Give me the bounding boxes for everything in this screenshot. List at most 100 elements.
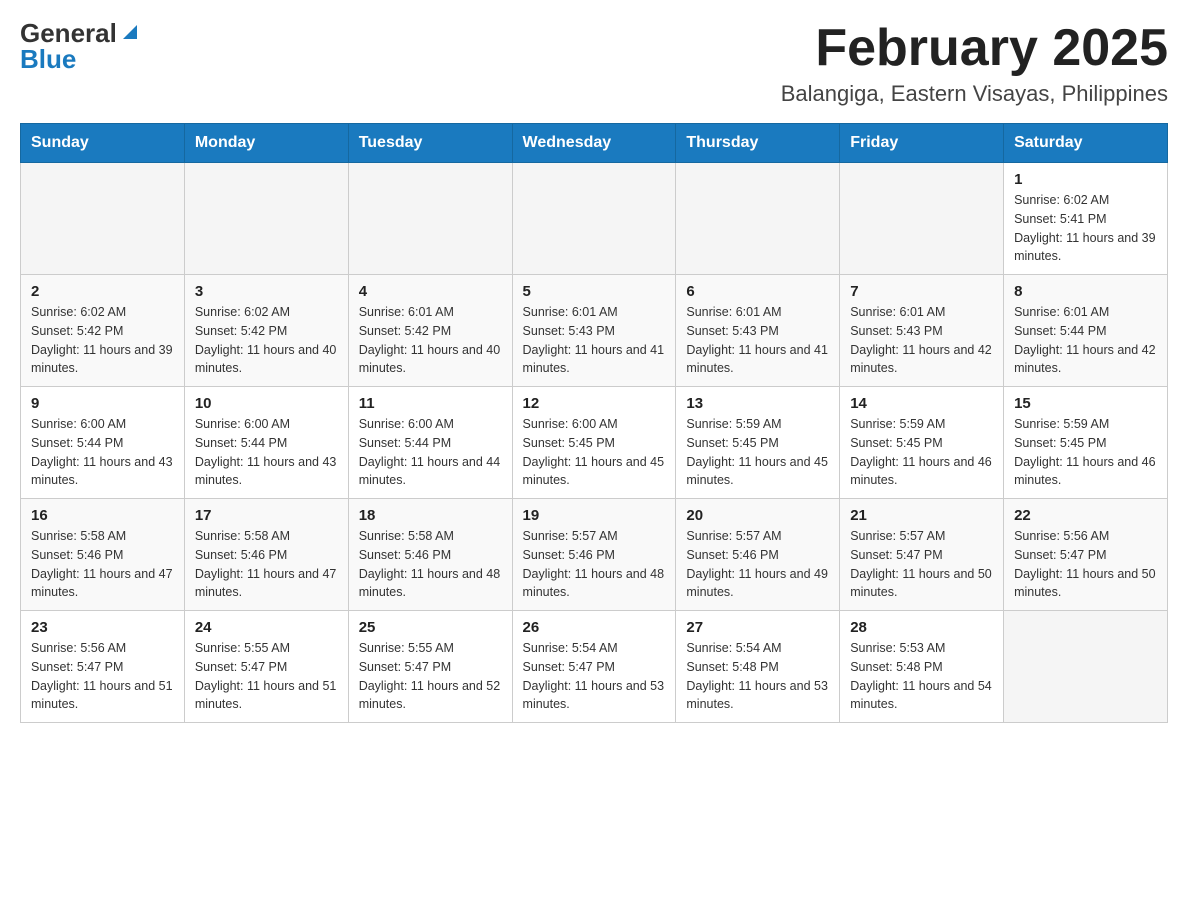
table-row: 9 Sunrise: 6:00 AMSunset: 5:44 PMDaylight…	[21, 387, 185, 499]
day-number: 15	[1014, 395, 1157, 412]
col-friday: Friday	[840, 124, 1004, 163]
day-info: Sunrise: 6:01 AMSunset: 5:43 PMDaylight:…	[686, 303, 829, 378]
table-row	[348, 163, 512, 275]
day-number: 6	[686, 283, 829, 300]
day-info: Sunrise: 5:53 AMSunset: 5:48 PMDaylight:…	[850, 639, 993, 714]
day-number: 8	[1014, 283, 1157, 300]
table-row	[840, 163, 1004, 275]
table-row: 1Sunrise: 6:02 AMSunset: 5:41 PMDaylight…	[1004, 163, 1168, 275]
month-title: February 2025	[781, 20, 1168, 77]
calendar-week-row: 9 Sunrise: 6:00 AMSunset: 5:44 PMDaylight…	[21, 387, 1168, 499]
day-info: Sunrise: 6:00 AMSunset: 5:45 PMDaylight:…	[523, 415, 666, 490]
table-row: 26 Sunrise: 5:54 AMSunset: 5:47 PMDayligh…	[512, 611, 676, 723]
table-row: 15 Sunrise: 5:59 AMSunset: 5:45 PMDayligh…	[1004, 387, 1168, 499]
day-info: Sunrise: 5:55 AMSunset: 5:47 PMDaylight:…	[359, 639, 502, 714]
day-info: Sunrise: 5:57 AMSunset: 5:47 PMDaylight:…	[850, 527, 993, 602]
day-number: 20	[686, 507, 829, 524]
day-info: Sunrise: 5:59 AMSunset: 5:45 PMDaylight:…	[850, 415, 993, 490]
day-number: 16	[31, 507, 174, 524]
day-info: Sunrise: 5:54 AMSunset: 5:48 PMDaylight:…	[686, 639, 829, 714]
table-row: 18 Sunrise: 5:58 AMSunset: 5:46 PMDayligh…	[348, 499, 512, 611]
table-row: 5Sunrise: 6:01 AMSunset: 5:43 PMDaylight…	[512, 275, 676, 387]
day-info: Sunrise: 5:55 AMSunset: 5:47 PMDaylight:…	[195, 639, 338, 714]
table-row: 4 Sunrise: 6:01 AMSunset: 5:42 PMDaylight…	[348, 275, 512, 387]
day-info: Sunrise: 6:02 AMSunset: 5:42 PMDaylight:…	[195, 303, 338, 378]
col-saturday: Saturday	[1004, 124, 1168, 163]
col-tuesday: Tuesday	[348, 124, 512, 163]
calendar-week-row: 1Sunrise: 6:02 AMSunset: 5:41 PMDaylight…	[21, 163, 1168, 275]
day-info: Sunrise: 5:56 AMSunset: 5:47 PMDaylight:…	[1014, 527, 1157, 602]
table-row: 12 Sunrise: 6:00 AMSunset: 5:45 PMDayligh…	[512, 387, 676, 499]
table-row: 6 Sunrise: 6:01 AMSunset: 5:43 PMDaylight…	[676, 275, 840, 387]
day-info: Sunrise: 6:00 AMSunset: 5:44 PMDaylight:…	[31, 415, 174, 490]
table-row: 3 Sunrise: 6:02 AMSunset: 5:42 PMDaylight…	[184, 275, 348, 387]
day-number: 24	[195, 619, 338, 636]
day-number: 17	[195, 507, 338, 524]
table-row: 25 Sunrise: 5:55 AMSunset: 5:47 PMDayligh…	[348, 611, 512, 723]
table-row: 7Sunrise: 6:01 AMSunset: 5:43 PMDaylight…	[840, 275, 1004, 387]
col-wednesday: Wednesday	[512, 124, 676, 163]
day-info: Sunrise: 5:54 AMSunset: 5:47 PMDaylight:…	[523, 639, 666, 714]
table-row	[184, 163, 348, 275]
table-row	[21, 163, 185, 275]
table-row: 22 Sunrise: 5:56 AMSunset: 5:47 PMDayligh…	[1004, 499, 1168, 611]
calendar-week-row: 2 Sunrise: 6:02 AMSunset: 5:42 PMDaylight…	[21, 275, 1168, 387]
day-info: Sunrise: 6:01 AMSunset: 5:44 PMDaylight:…	[1014, 303, 1157, 378]
day-info: Sunrise: 6:02 AMSunset: 5:42 PMDaylight:…	[31, 303, 174, 378]
calendar-week-row: 16 Sunrise: 5:58 AMSunset: 5:46 PMDayligh…	[21, 499, 1168, 611]
day-info: Sunrise: 5:58 AMSunset: 5:46 PMDaylight:…	[31, 527, 174, 602]
day-number: 13	[686, 395, 829, 412]
table-row	[512, 163, 676, 275]
day-number: 3	[195, 283, 338, 300]
day-info: Sunrise: 5:57 AMSunset: 5:46 PMDaylight:…	[686, 527, 829, 602]
table-row: 21 Sunrise: 5:57 AMSunset: 5:47 PMDayligh…	[840, 499, 1004, 611]
table-row: 13Sunrise: 5:59 AMSunset: 5:45 PMDayligh…	[676, 387, 840, 499]
day-number: 18	[359, 507, 502, 524]
day-number: 4	[359, 283, 502, 300]
day-number: 25	[359, 619, 502, 636]
day-info: Sunrise: 6:01 AMSunset: 5:43 PMDaylight:…	[850, 303, 993, 378]
col-thursday: Thursday	[676, 124, 840, 163]
calendar-week-row: 23 Sunrise: 5:56 AMSunset: 5:47 PMDayligh…	[21, 611, 1168, 723]
day-number: 21	[850, 507, 993, 524]
logo-blue-text: Blue	[20, 46, 76, 72]
day-info: Sunrise: 5:56 AMSunset: 5:47 PMDaylight:…	[31, 639, 174, 714]
day-info: Sunrise: 5:58 AMSunset: 5:46 PMDaylight:…	[359, 527, 502, 602]
table-row: 19 Sunrise: 5:57 AMSunset: 5:46 PMDayligh…	[512, 499, 676, 611]
day-number: 14	[850, 395, 993, 412]
logo-general-line: General	[20, 20, 141, 46]
day-info: Sunrise: 5:57 AMSunset: 5:46 PMDaylight:…	[523, 527, 666, 602]
day-info: Sunrise: 6:00 AMSunset: 5:44 PMDaylight:…	[195, 415, 338, 490]
calendar-header-row: Sunday Monday Tuesday Wednesday Thursday…	[21, 124, 1168, 163]
table-row: 27 Sunrise: 5:54 AMSunset: 5:48 PMDayligh…	[676, 611, 840, 723]
day-number: 11	[359, 395, 502, 412]
table-row: 20 Sunrise: 5:57 AMSunset: 5:46 PMDayligh…	[676, 499, 840, 611]
day-info: Sunrise: 6:01 AMSunset: 5:43 PMDaylight:…	[523, 303, 666, 378]
day-info: Sunrise: 6:00 AMSunset: 5:44 PMDaylight:…	[359, 415, 502, 490]
day-number: 10	[195, 395, 338, 412]
table-row: 23 Sunrise: 5:56 AMSunset: 5:47 PMDayligh…	[21, 611, 185, 723]
table-row: 8 Sunrise: 6:01 AMSunset: 5:44 PMDaylight…	[1004, 275, 1168, 387]
table-row: 10 Sunrise: 6:00 AMSunset: 5:44 PMDayligh…	[184, 387, 348, 499]
day-number: 27	[686, 619, 829, 636]
table-row	[676, 163, 840, 275]
logo-triangle-icon	[119, 21, 141, 43]
title-section: February 2025 Balangiga, Eastern Visayas…	[781, 20, 1168, 107]
day-info: Sunrise: 6:02 AMSunset: 5:41 PMDaylight:…	[1014, 191, 1157, 266]
col-sunday: Sunday	[21, 124, 185, 163]
day-number: 2	[31, 283, 174, 300]
location-subtitle: Balangiga, Eastern Visayas, Philippines	[781, 81, 1168, 107]
table-row: 17Sunrise: 5:58 AMSunset: 5:46 PMDayligh…	[184, 499, 348, 611]
table-row: 28Sunrise: 5:53 AMSunset: 5:48 PMDayligh…	[840, 611, 1004, 723]
logo-general-text: General	[20, 20, 117, 46]
day-number: 23	[31, 619, 174, 636]
day-number: 12	[523, 395, 666, 412]
day-number: 19	[523, 507, 666, 524]
day-number: 22	[1014, 507, 1157, 524]
day-number: 26	[523, 619, 666, 636]
table-row: 2 Sunrise: 6:02 AMSunset: 5:42 PMDaylight…	[21, 275, 185, 387]
day-info: Sunrise: 6:01 AMSunset: 5:42 PMDaylight:…	[359, 303, 502, 378]
day-info: Sunrise: 5:59 AMSunset: 5:45 PMDaylight:…	[1014, 415, 1157, 490]
day-number: 9	[31, 395, 174, 412]
calendar-table: Sunday Monday Tuesday Wednesday Thursday…	[20, 123, 1168, 723]
